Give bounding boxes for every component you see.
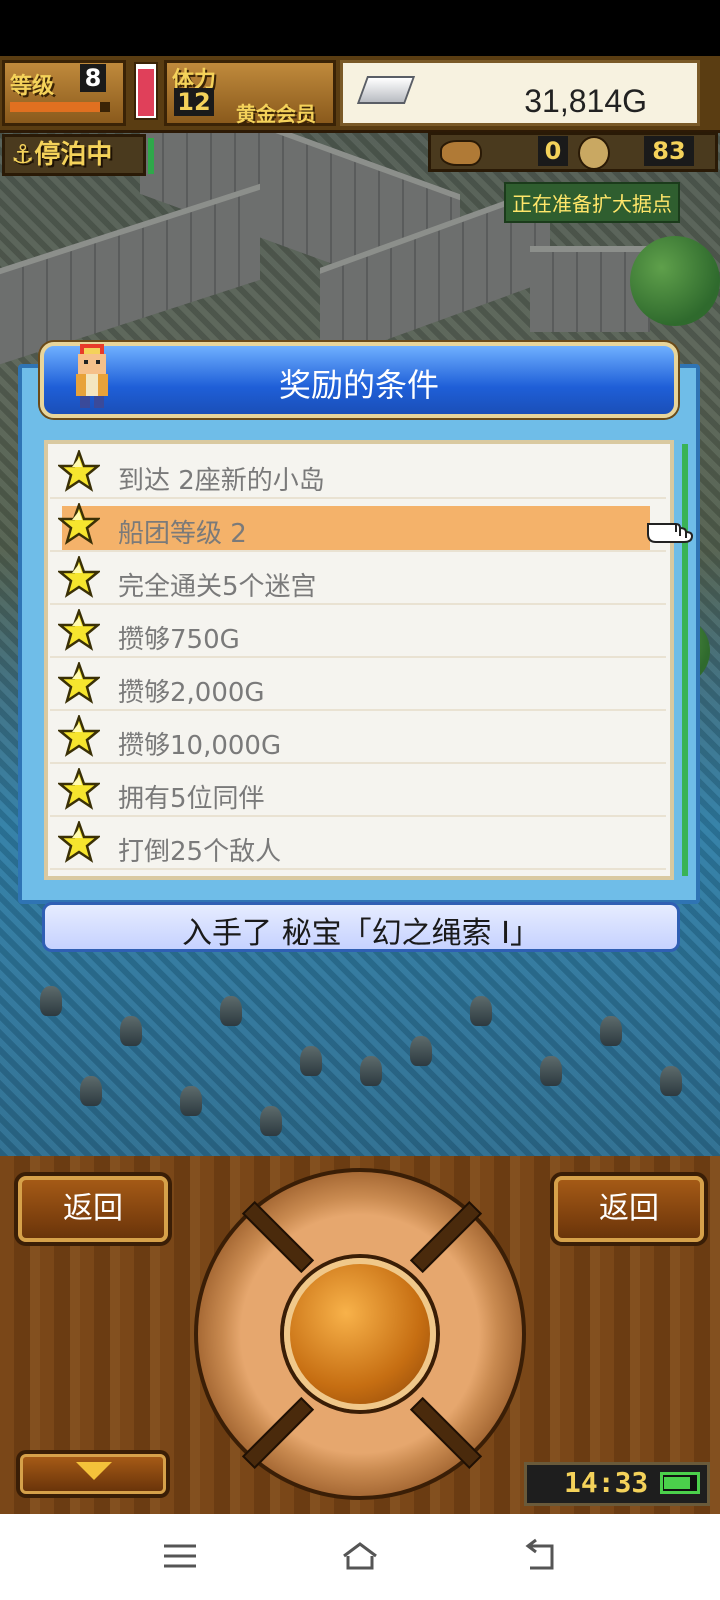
resource-a-value: 0 (538, 136, 568, 166)
condition-row[interactable]: 完全通关5个迷宫 (50, 552, 666, 605)
condition-label: 攒够2,000G (118, 678, 265, 708)
stamina-value: 12 (174, 88, 214, 116)
condition-label: 拥有5位同伴 (118, 784, 265, 814)
sea-rock (300, 1046, 322, 1076)
resource-b-value: 83 (644, 136, 694, 166)
level-label: 等级 (10, 74, 55, 99)
sea-rock (80, 1076, 102, 1106)
membership-badge: 黄金会员 (236, 102, 316, 126)
back-button-right[interactable]: 返回 (554, 1176, 704, 1242)
level-value: 8 (80, 64, 106, 92)
condition-row[interactable]: 打倒25个敌人 (50, 817, 666, 870)
sea-rock (180, 1086, 202, 1116)
home-icon[interactable] (338, 1536, 382, 1576)
star-icon (58, 768, 100, 810)
hero-avatar-icon (76, 344, 108, 408)
sea-rock (260, 1106, 282, 1136)
level-progress-fill (10, 102, 100, 112)
back-button-left[interactable]: 返回 (18, 1176, 168, 1242)
dpad-center-button[interactable] (284, 1258, 436, 1410)
arrow-down-icon (76, 1462, 112, 1480)
medal-icon (578, 136, 610, 170)
top-hud: 等级 8 体力 12 黄金会员 31,814G (0, 56, 720, 133)
condition-row[interactable]: 船团等级 2 (50, 499, 666, 552)
stamina-gauge (134, 62, 158, 120)
reward-text: 入手了 秘宝「幻之绳索 Ⅰ」 (182, 916, 540, 951)
sea-rock (540, 1056, 562, 1086)
menu-icon[interactable] (158, 1536, 202, 1576)
condition-label: 完全通关5个迷宫 (118, 572, 317, 602)
sea-rock (360, 1056, 382, 1086)
pointer-hand-icon (647, 523, 694, 543)
condition-row[interactable]: 攒够750G (50, 605, 666, 658)
sea-rock (470, 996, 492, 1026)
clock-time: 14:33 (564, 1466, 649, 1499)
star-icon (58, 450, 100, 492)
condition-label: 打倒25个敌人 (118, 837, 282, 867)
fortress-wall (0, 183, 260, 365)
sea-rock (40, 986, 62, 1016)
dialog-title: 奖励的条件 (278, 366, 439, 404)
condition-label: 船团等级 2 (118, 519, 247, 549)
condition-row[interactable]: 攒够2,000G (50, 658, 666, 711)
level-progress-bar (10, 102, 110, 112)
dock-status-text: 停泊中 (34, 140, 113, 170)
back-icon[interactable] (518, 1536, 562, 1576)
battery-level (664, 1477, 690, 1489)
star-icon (58, 662, 100, 704)
gold-amount: 31,814G (524, 83, 647, 119)
sea-rock (120, 1016, 142, 1046)
sea-rock (600, 1016, 622, 1046)
condition-label: 攒够750G (118, 625, 240, 655)
sea-rock (410, 1036, 432, 1066)
horn-icon (440, 140, 482, 166)
star-icon (58, 609, 100, 651)
condition-label: 攒够10,000G (118, 731, 282, 761)
anchor-icon: ⚓ (11, 140, 35, 170)
sea-rock (220, 996, 242, 1026)
dock-status-badge: ⚓停泊中 (2, 134, 146, 176)
expand-status-banner: 正在准备扩大据点 (504, 182, 680, 223)
condition-row[interactable]: 攒够10,000G (50, 711, 666, 764)
sea-rock (660, 1066, 682, 1096)
star-icon (58, 556, 100, 598)
condition-row[interactable]: 到达 2座新的小岛 (50, 446, 666, 499)
list-scrollbar[interactable] (682, 444, 688, 876)
star-icon (58, 503, 100, 545)
stamina-gauge-fill (138, 68, 154, 116)
star-icon (58, 821, 100, 863)
star-icon (58, 715, 100, 757)
tree (630, 236, 720, 326)
dock-indicator (148, 138, 154, 174)
condition-label: 到达 2座新的小岛 (118, 466, 325, 496)
condition-row[interactable]: 拥有5位同伴 (50, 764, 666, 817)
silver-ingot-icon (356, 76, 416, 104)
